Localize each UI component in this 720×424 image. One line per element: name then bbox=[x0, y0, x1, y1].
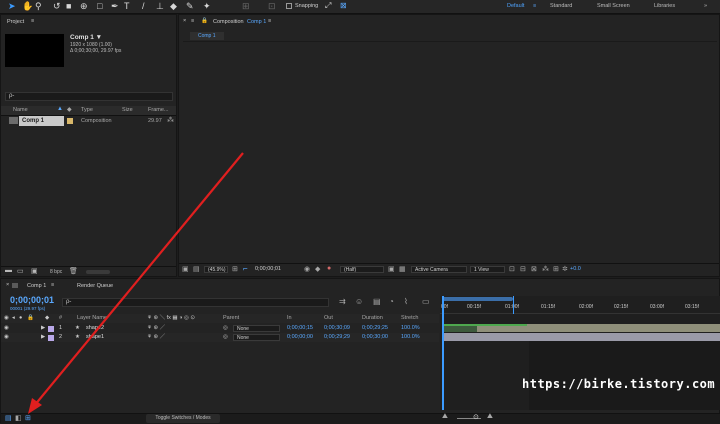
annotation-arrow bbox=[28, 152, 244, 414]
annotation-arrow-line bbox=[33, 152, 244, 407]
